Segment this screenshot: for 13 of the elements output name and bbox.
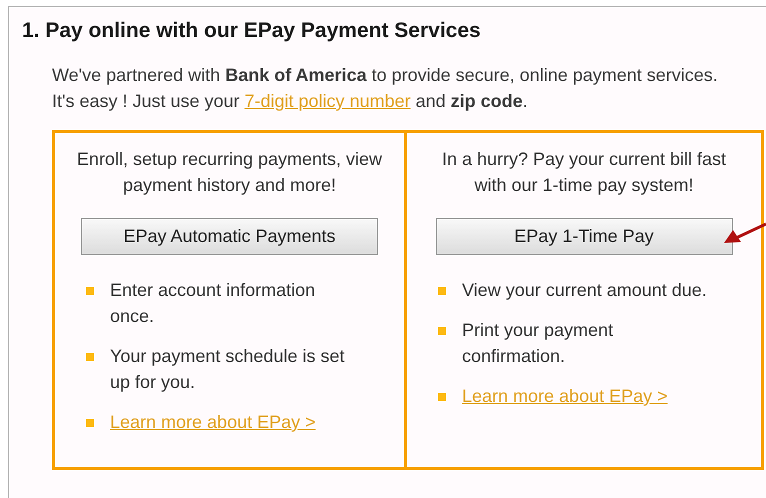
learn-more-link[interactable]: Learn more about EPay > xyxy=(110,409,316,435)
learn-more-link[interactable]: Learn more about EPay > xyxy=(462,383,668,409)
option-description: In a hurry? Pay your current bill fast with our 1-time pay system! xyxy=(440,148,728,197)
feature-text: Print your payment confirmation. xyxy=(462,319,614,368)
payment-button[interactable]: EPay 1-Time Pay xyxy=(436,218,732,255)
section-heading: 1. Pay online with our EPay Payment Services xyxy=(22,18,482,44)
feature-text: Your payment schedule is set up for you. xyxy=(110,345,346,394)
feature-text: View your current amount due. xyxy=(462,279,708,302)
intro-paragraph: We've partnered with Bank of America to provide secure, online payment services. It's easy ! Just use your 7-digit policy number and zip code. xyxy=(52,64,719,113)
payment-button[interactable]: EPay Automatic Payments xyxy=(81,218,378,255)
option-description: Enroll, setup recurring payments, view payment history and more! xyxy=(76,148,384,197)
feature-text: Enter account information once. xyxy=(110,279,316,328)
policy-number-link[interactable]: 7-digit policy number xyxy=(244,91,411,111)
